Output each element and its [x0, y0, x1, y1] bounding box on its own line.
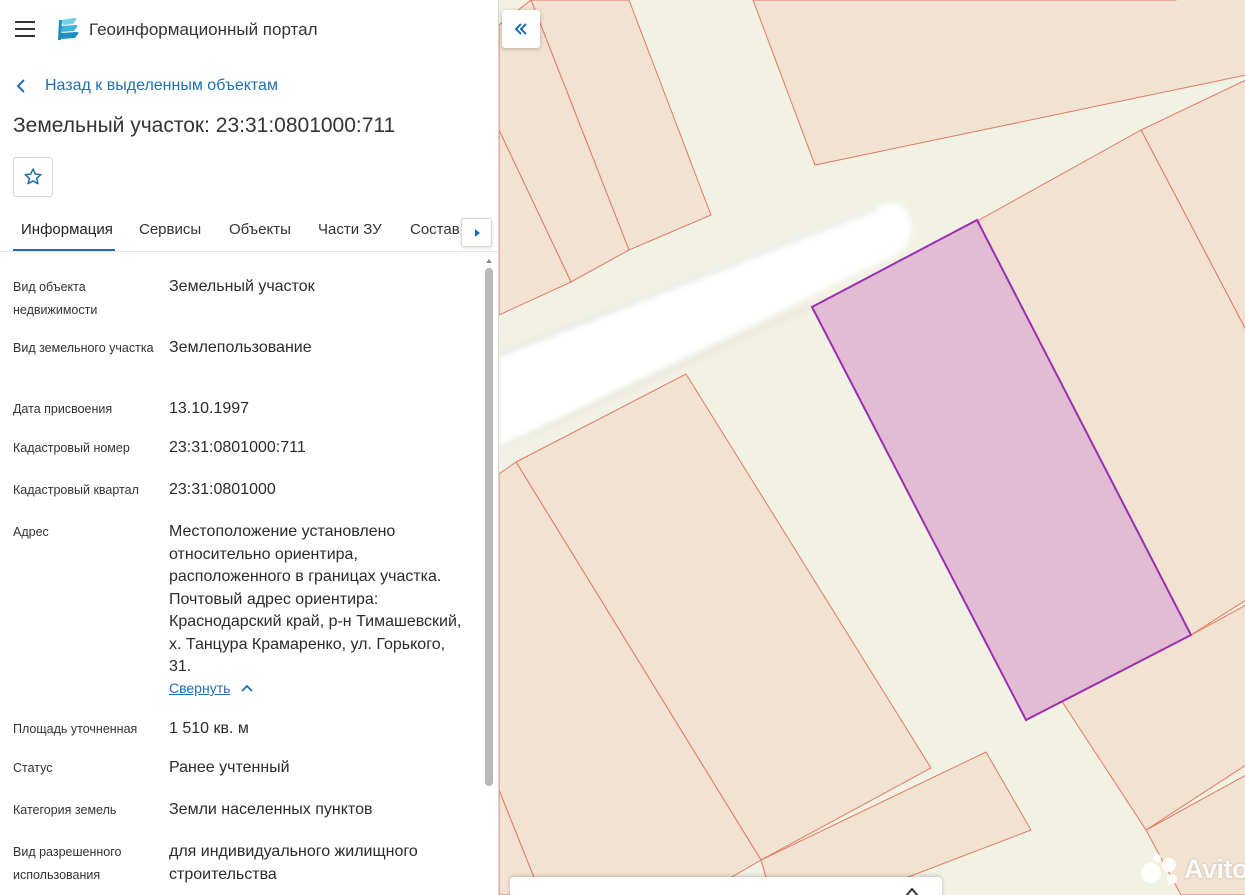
double-chevron-left-icon: [514, 23, 527, 35]
field-label: Категория земель: [13, 803, 117, 817]
page-title: Земельный участок: 23:31:0801000:711: [13, 114, 396, 137]
top-bar: Геоинформационный портал: [0, 0, 498, 58]
collapse-link[interactable]: Свернуть: [169, 680, 254, 696]
cadastral-map[interactable]: [499, 0, 1245, 895]
scroll-up-arrow-icon[interactable]: [485, 257, 493, 265]
app-title: Геоинформационный портал: [89, 20, 318, 39]
map-view[interactable]: [498, 0, 1245, 895]
favorite-button[interactable]: [13, 157, 53, 197]
field-value: 1 510 кв. м: [169, 720, 249, 737]
watermark-text: Avito: [1184, 853, 1245, 884]
tab-bar: Информация Сервисы Объекты Части ЗУ Сост…: [0, 211, 498, 252]
field-label: Кадастровый номер: [13, 441, 130, 455]
tabs-scroll-right-button[interactable]: [461, 218, 492, 247]
tab-composition[interactable]: Состав: [410, 211, 460, 251]
field-label: Адрес: [13, 525, 49, 539]
chevron-up-icon: [241, 684, 254, 692]
avito-watermark: Avito: [1138, 852, 1245, 886]
field-value: Ранее учтенный: [169, 759, 290, 776]
menu-icon[interactable]: [15, 21, 35, 37]
tab-services[interactable]: Сервисы: [139, 211, 201, 251]
field-value: 13.10.1997: [169, 400, 250, 417]
scrollbar-thumb[interactable]: [485, 268, 493, 786]
field-label: Вид земельного участка: [13, 341, 154, 355]
field-label: Площадь уточненная: [13, 722, 138, 736]
field-value: Земли населенных пунктов: [169, 801, 373, 818]
portal-logo-icon: [58, 18, 79, 40]
info-panel: Геоинформационный портал Назад к выделен…: [0, 0, 498, 895]
back-link[interactable]: Назад к выделенным объектам: [16, 75, 278, 97]
avito-logo-icon: [1141, 854, 1177, 884]
collapse-panel-button[interactable]: [502, 10, 540, 48]
collapse-label: Свернуть: [169, 680, 231, 696]
field-label: Дата присвоения: [13, 402, 113, 416]
star-outline-icon: [24, 168, 42, 185]
field-value: Землепользование: [169, 339, 312, 356]
chevron-up-icon[interactable]: [904, 886, 920, 895]
field-label: Вид объекта недвижимости: [13, 280, 98, 317]
address-value: Местоположение установлено относительно …: [169, 523, 462, 675]
field-value: Земельный участок: [169, 278, 315, 295]
field-value: для индивидуального жилищного строительс…: [169, 843, 418, 883]
chevron-left-icon: [16, 79, 25, 93]
tab-objects[interactable]: Объекты: [229, 211, 291, 251]
back-link-label: Назад к выделенным объектам: [45, 77, 278, 94]
field-label: Кадастровый квартал: [13, 483, 139, 497]
tab-parts[interactable]: Части ЗУ: [318, 211, 382, 251]
map-bottom-card[interactable]: [510, 877, 942, 895]
field-label: Статус: [13, 761, 53, 775]
field-label: Вид разрешенного использования: [13, 845, 122, 882]
triangle-right-icon: [474, 228, 480, 237]
tab-information[interactable]: Информация: [13, 211, 115, 251]
field-value: 23:31:0801000: [169, 481, 276, 498]
field-value: 23:31:0801000:711: [169, 439, 306, 456]
